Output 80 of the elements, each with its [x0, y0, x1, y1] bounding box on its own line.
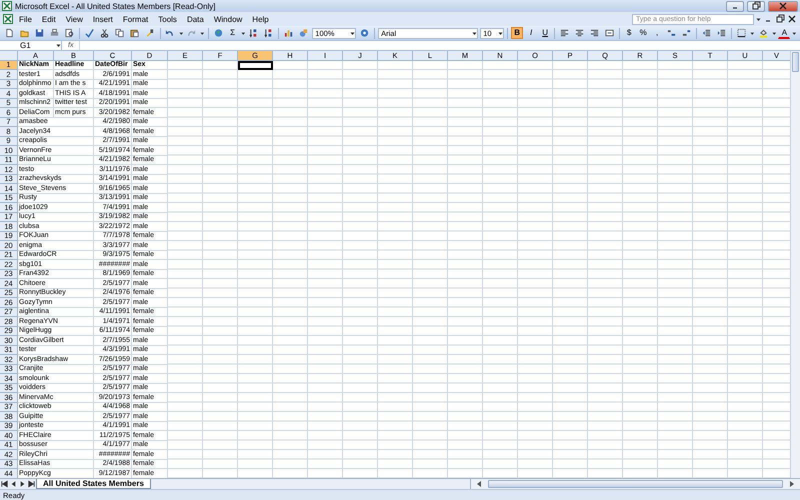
number-format-button[interactable]: % — [637, 27, 650, 39]
font-color-button[interactable]: A — [778, 27, 790, 39]
merge-button[interactable] — [603, 27, 616, 39]
borders-button[interactable] — [735, 27, 748, 39]
italic-button[interactable]: I — [525, 27, 538, 39]
chart-icon — [284, 28, 294, 38]
print-icon — [50, 28, 60, 38]
close-icon — [778, 1, 788, 11]
last-sheet-button[interactable] — [27, 479, 36, 489]
next-sheet-button[interactable] — [18, 479, 27, 489]
spellcheck-button[interactable] — [83, 27, 96, 39]
caret-icon — [792, 30, 797, 36]
paste-button[interactable] — [128, 27, 142, 39]
restore-icon — [751, 1, 761, 11]
vertical-scrollbar[interactable] — [790, 51, 800, 478]
redo-icon — [187, 28, 196, 38]
outdent-icon — [702, 28, 712, 38]
indent-icon — [717, 28, 726, 38]
cut-icon — [100, 28, 110, 38]
menu-item[interactable]: View — [62, 14, 87, 24]
sort-descending-icon — [264, 28, 274, 38]
save-icon — [35, 28, 44, 38]
print-preview-icon — [65, 28, 74, 38]
caret-icon — [240, 30, 246, 36]
maximize-button[interactable] — [747, 0, 765, 12]
excel-icon — [2, 1, 12, 11]
caret-icon — [750, 30, 755, 36]
number-format-button[interactable]: , — [651, 27, 664, 39]
caret-icon — [498, 30, 504, 36]
excel-icon — [3, 14, 13, 24]
last-sheet-icon — [27, 479, 36, 489]
number-format-button[interactable]: $ — [623, 27, 636, 39]
next-sheet-icon — [18, 479, 27, 489]
globe-icon — [214, 28, 223, 38]
undo-icon — [165, 28, 174, 38]
previous-sheet-icon — [9, 479, 18, 489]
menu-item[interactable]: Data — [182, 14, 208, 24]
brush-icon — [145, 28, 155, 38]
copy-icon — [115, 28, 124, 38]
menu-item[interactable]: Help — [248, 14, 273, 24]
new-file-icon — [5, 28, 14, 38]
align-left-icon — [560, 28, 570, 38]
caret-icon — [350, 30, 356, 36]
first-sheet-icon — [0, 479, 9, 489]
caret-icon — [178, 30, 184, 36]
folder-icon — [20, 28, 30, 38]
menu-item[interactable]: Window — [210, 14, 246, 24]
close-button[interactable] — [768, 0, 798, 12]
bold-button[interactable]: B — [511, 27, 524, 39]
window-title: Microsoft Excel - All United States Members [Read-Only] — [15, 2, 216, 10]
align-center-icon — [575, 28, 584, 38]
menu-item[interactable]: Insert — [88, 14, 117, 24]
previous-sheet-button[interactable] — [9, 479, 18, 489]
fill-color-icon — [758, 28, 768, 38]
caret-icon — [472, 30, 478, 36]
menu-item[interactable]: Tools — [154, 14, 181, 24]
restore-icon[interactable] — [775, 14, 785, 24]
menu-item[interactable]: Format — [118, 14, 152, 24]
sheet-tab[interactable]: All United States Members — [36, 479, 151, 489]
menu-item[interactable]: Edit — [38, 14, 60, 24]
first-sheet-button[interactable] — [0, 479, 9, 489]
align-right-icon — [590, 28, 600, 38]
caret-icon — [772, 30, 776, 36]
sort-ascending-icon — [249, 28, 258, 38]
menu-item[interactable]: File — [15, 14, 36, 24]
close-icon[interactable] — [787, 14, 797, 24]
drawing-icon — [299, 28, 308, 38]
caret-icon — [56, 43, 61, 48]
copy-button[interactable] — [113, 27, 126, 39]
merge-icon — [605, 28, 614, 38]
underline-button[interactable]: U — [539, 27, 552, 39]
caret-icon — [200, 30, 205, 36]
horizontal-scrollbar[interactable] — [470, 479, 800, 489]
caret-icon — [756, 16, 761, 22]
autosum-button[interactable]: Σ — [226, 27, 239, 39]
borders-icon — [737, 28, 746, 38]
paste-icon — [130, 28, 140, 38]
increase-decimal-icon — [667, 28, 676, 38]
decrease-decimal-icon — [682, 28, 692, 38]
spellcheck-icon — [85, 28, 94, 38]
